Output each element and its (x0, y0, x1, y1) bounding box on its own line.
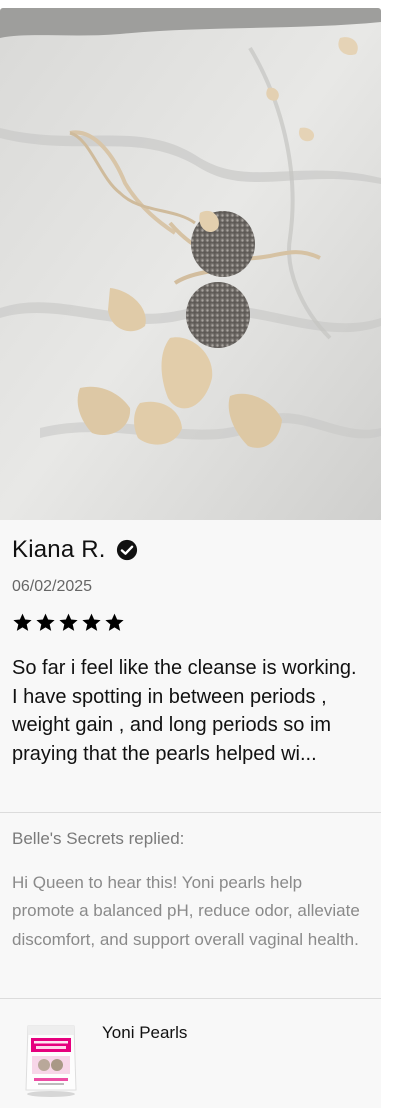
star-icon (36, 613, 55, 631)
star-icon (59, 613, 78, 631)
review-card: Kiana R. 06/02/2025 So far i feel like t… (0, 8, 381, 1108)
star-icon (13, 613, 32, 631)
divider (0, 998, 381, 999)
reviewer-header: Kiana R. (12, 536, 138, 564)
reviewer-name: Kiana R. (12, 536, 106, 563)
star-icon (105, 613, 124, 631)
divider (0, 812, 381, 813)
reply-label: Belle's Secrets replied: (12, 829, 185, 848)
reply-text: Hi Queen to hear this! Yoni pearls help … (12, 873, 360, 949)
product-name-link[interactable]: Yoni Pearls (102, 1023, 187, 1043)
review-text: So far i feel like the cleanse is workin… (12, 657, 357, 765)
product-thumbnail-image (25, 1025, 77, 1097)
product-package-thumbnail[interactable] (22, 1020, 80, 1098)
star-icon (82, 613, 101, 631)
star-rating (12, 612, 125, 633)
review-date: 06/02/2025 (12, 578, 93, 595)
review-photo[interactable] (0, 8, 381, 520)
review-photo-image (0, 8, 381, 520)
check-badge-icon (116, 539, 137, 561)
page-gutter (381, 0, 400, 1100)
